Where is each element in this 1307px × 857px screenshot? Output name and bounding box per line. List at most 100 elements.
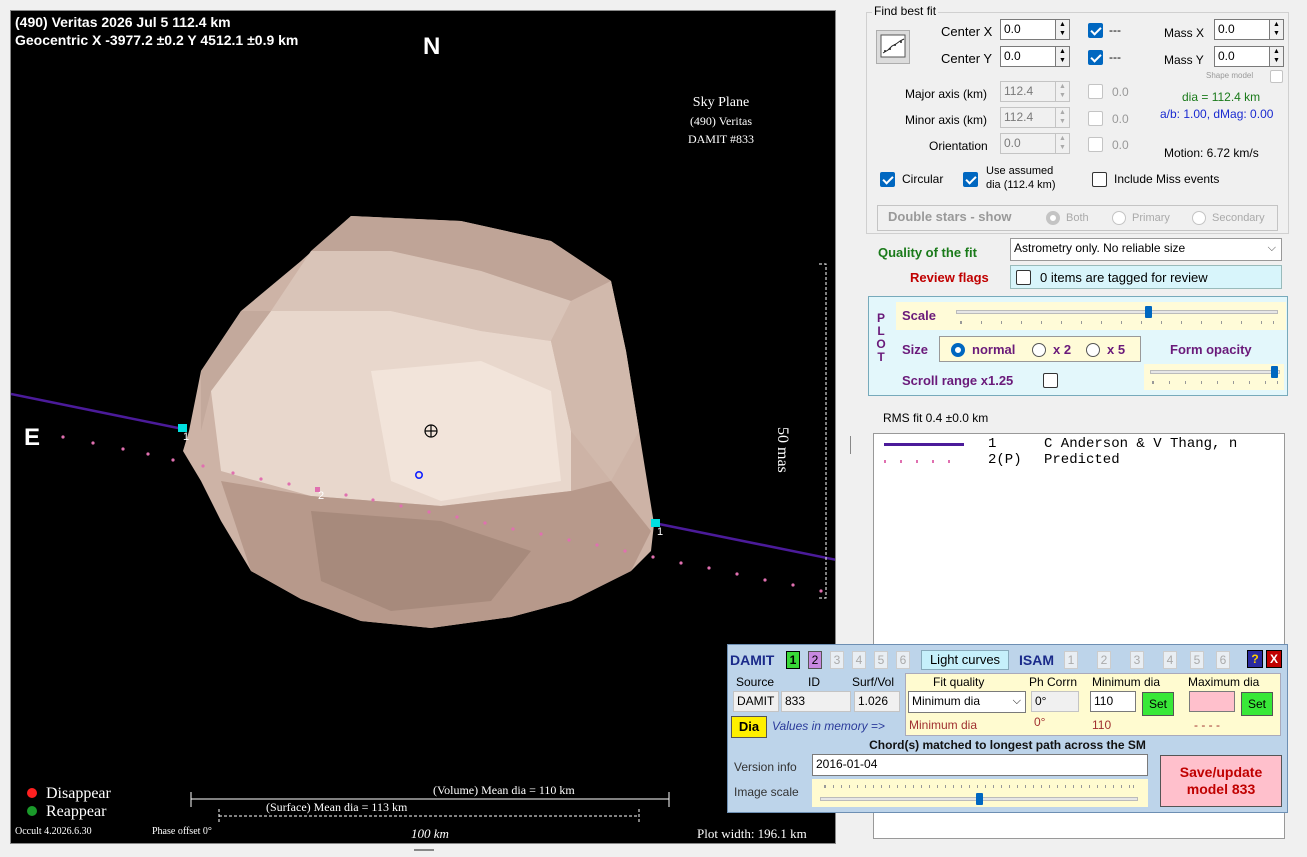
major-axis-fix-checkbox[interactable] bbox=[1088, 84, 1103, 99]
scale-slider-thumb[interactable] bbox=[1145, 306, 1152, 318]
surface-mean-dia: (Surface) Mean dia = 113 km bbox=[266, 800, 408, 814]
set-min-dia-button[interactable]: Set bbox=[1142, 692, 1174, 716]
motion-text: Motion: 6.72 km/s bbox=[1164, 146, 1259, 160]
mass-x-spinner[interactable]: ▲ ▼ bbox=[1269, 19, 1284, 40]
scale-row bbox=[896, 302, 1286, 330]
damit-model-5[interactable]: 5 bbox=[874, 651, 888, 669]
set-max-dia-button[interactable]: Set bbox=[1241, 692, 1273, 716]
save-update-model-button[interactable]: Save/update model 833 bbox=[1160, 755, 1282, 807]
dia-button[interactable]: Dia bbox=[731, 716, 767, 738]
scale-slider-track[interactable] bbox=[956, 310, 1278, 314]
isam-model-3[interactable]: 3 bbox=[1130, 651, 1144, 669]
use-assumed-dia-checkbox[interactable] bbox=[963, 172, 978, 187]
splitter-handle[interactable] bbox=[850, 436, 852, 454]
include-miss-checkbox[interactable] bbox=[1092, 172, 1107, 187]
version-info-input[interactable]: 2016-01-04 bbox=[812, 754, 1148, 776]
source-header: Source bbox=[736, 675, 775, 689]
use-assumed-label-2: dia (112.4 km) bbox=[986, 179, 1056, 191]
sky-plane-plot[interactable]: (490) Veritas 2026 Jul 5 112.4 km Geocen… bbox=[10, 10, 836, 844]
isam-model-2[interactable]: 2 bbox=[1097, 651, 1111, 669]
memory-max-dia: - - - - bbox=[1194, 718, 1220, 732]
isam-model-1[interactable]: 1 bbox=[1064, 651, 1078, 669]
damit-panel: DAMIT 1 2 3 4 5 6 Light curves ISAM 1 2 … bbox=[727, 644, 1288, 813]
scale-bar-label: 100 km bbox=[411, 826, 449, 841]
reappear-legend-dot bbox=[27, 806, 37, 816]
bottom-splitter-handle[interactable] bbox=[414, 849, 434, 851]
both-radio[interactable] bbox=[1046, 211, 1060, 225]
north-label: N bbox=[423, 33, 441, 60]
legend-row-1-num: 1 bbox=[988, 436, 997, 452]
isam-label: ISAM bbox=[1019, 652, 1054, 668]
major-axis-spinner[interactable]: ▲ ▼ bbox=[1055, 81, 1070, 102]
min-dia-input[interactable]: 110 bbox=[1090, 691, 1136, 712]
memory-min-dia: 110 bbox=[1092, 718, 1112, 732]
fit-quality-select[interactable]: Minimum dia ⌵ bbox=[908, 691, 1026, 713]
quality-of-fit-label: Quality of the fit bbox=[878, 245, 977, 260]
damit-model-6[interactable]: 6 bbox=[896, 651, 910, 669]
opacity-slider-thumb[interactable] bbox=[1270, 366, 1278, 378]
max-dia-input[interactable] bbox=[1189, 691, 1235, 712]
review-flags-text: 0 items are tagged for review bbox=[1040, 270, 1208, 285]
surf-vol-header: Surf/Vol bbox=[852, 675, 895, 689]
opacity-slider-track[interactable] bbox=[1150, 370, 1280, 374]
chord-2-label: 2 bbox=[318, 490, 325, 502]
legend-row-2-name: Predicted bbox=[1044, 452, 1120, 468]
damit-label: DAMIT bbox=[730, 652, 775, 668]
memory-fit-quality: Minimum dia bbox=[909, 718, 978, 732]
version-info-label: Version info bbox=[734, 760, 797, 774]
max-dia-header: Maximum dia bbox=[1188, 675, 1260, 689]
quality-of-fit-value: Astrometry only. No reliable size bbox=[1014, 241, 1186, 255]
shape-model-checkbox[interactable] bbox=[1270, 70, 1283, 83]
isam-model-6[interactable]: 6 bbox=[1216, 651, 1230, 669]
center-y-input[interactable]: 0.0 bbox=[1000, 46, 1056, 67]
help-button[interactable]: ? bbox=[1247, 650, 1263, 668]
mass-x-input[interactable]: 0.0 bbox=[1214, 19, 1270, 40]
size-normal-radio[interactable] bbox=[951, 343, 965, 357]
light-curves-button[interactable]: Light curves bbox=[921, 650, 1009, 670]
size-x5-label: x 5 bbox=[1107, 342, 1126, 357]
id-header: ID bbox=[808, 675, 820, 689]
mean-dia-scale-bars bbox=[190, 792, 670, 823]
isam-model-5[interactable]: 5 bbox=[1190, 651, 1204, 669]
damit-model-3[interactable]: 3 bbox=[830, 651, 844, 669]
orientation-label: Orientation bbox=[929, 139, 988, 153]
chord-1-line-swatch bbox=[884, 443, 964, 446]
minor-axis-spinner[interactable]: ▲ ▼ bbox=[1055, 107, 1070, 128]
secondary-radio[interactable] bbox=[1192, 211, 1206, 225]
major-axis-input[interactable]: 112.4 bbox=[1000, 81, 1056, 102]
mass-y-input[interactable]: 0.0 bbox=[1214, 46, 1270, 67]
center-y-spinner[interactable]: ▲ ▼ bbox=[1055, 46, 1070, 67]
source-value: DAMIT bbox=[733, 691, 779, 712]
circular-checkbox[interactable] bbox=[880, 172, 895, 187]
size-label: Size bbox=[902, 342, 929, 357]
image-scale-label: Image scale bbox=[734, 785, 799, 799]
orientation-fix-checkbox[interactable] bbox=[1088, 137, 1103, 152]
center-x-lock-checkbox[interactable] bbox=[1088, 23, 1103, 38]
isam-model-4[interactable]: 4 bbox=[1163, 651, 1177, 669]
review-flags-checkbox[interactable] bbox=[1016, 270, 1031, 285]
close-panel-button[interactable]: X bbox=[1266, 650, 1282, 668]
damit-model-2[interactable]: 2 bbox=[808, 651, 822, 669]
mas-scale-bracket bbox=[819, 263, 827, 599]
orientation-input[interactable]: 0.0 bbox=[1000, 133, 1056, 154]
chevron-down-icon: ⌵ bbox=[1012, 695, 1021, 707]
center-x-spinner[interactable]: ▲ ▼ bbox=[1055, 19, 1070, 40]
mass-y-spinner[interactable]: ▲ ▼ bbox=[1269, 46, 1284, 67]
ph-corr-input[interactable]: 0° bbox=[1031, 691, 1079, 712]
scroll-range-checkbox[interactable] bbox=[1043, 373, 1058, 388]
center-x-input[interactable]: 0.0 bbox=[1000, 19, 1056, 40]
image-scale-slider-thumb[interactable] bbox=[975, 793, 983, 805]
minor-axis-fix-checkbox[interactable] bbox=[1088, 111, 1103, 126]
quality-of-fit-select[interactable]: Astrometry only. No reliable size ⌵ bbox=[1010, 238, 1282, 261]
primary-radio[interactable] bbox=[1112, 211, 1126, 225]
save-update-line-2: model 833 bbox=[1186, 781, 1256, 797]
minor-axis-input[interactable]: 112.4 bbox=[1000, 107, 1056, 128]
size-x5-radio[interactable] bbox=[1086, 343, 1100, 357]
fit-button[interactable] bbox=[876, 30, 910, 64]
damit-model-1[interactable]: 1 bbox=[786, 651, 800, 669]
center-x-lock-label: --- bbox=[1109, 23, 1121, 37]
orientation-spinner[interactable]: ▲ ▼ bbox=[1055, 133, 1070, 154]
size-x2-radio[interactable] bbox=[1032, 343, 1046, 357]
center-y-lock-checkbox[interactable] bbox=[1088, 50, 1103, 65]
damit-model-4[interactable]: 4 bbox=[852, 651, 866, 669]
